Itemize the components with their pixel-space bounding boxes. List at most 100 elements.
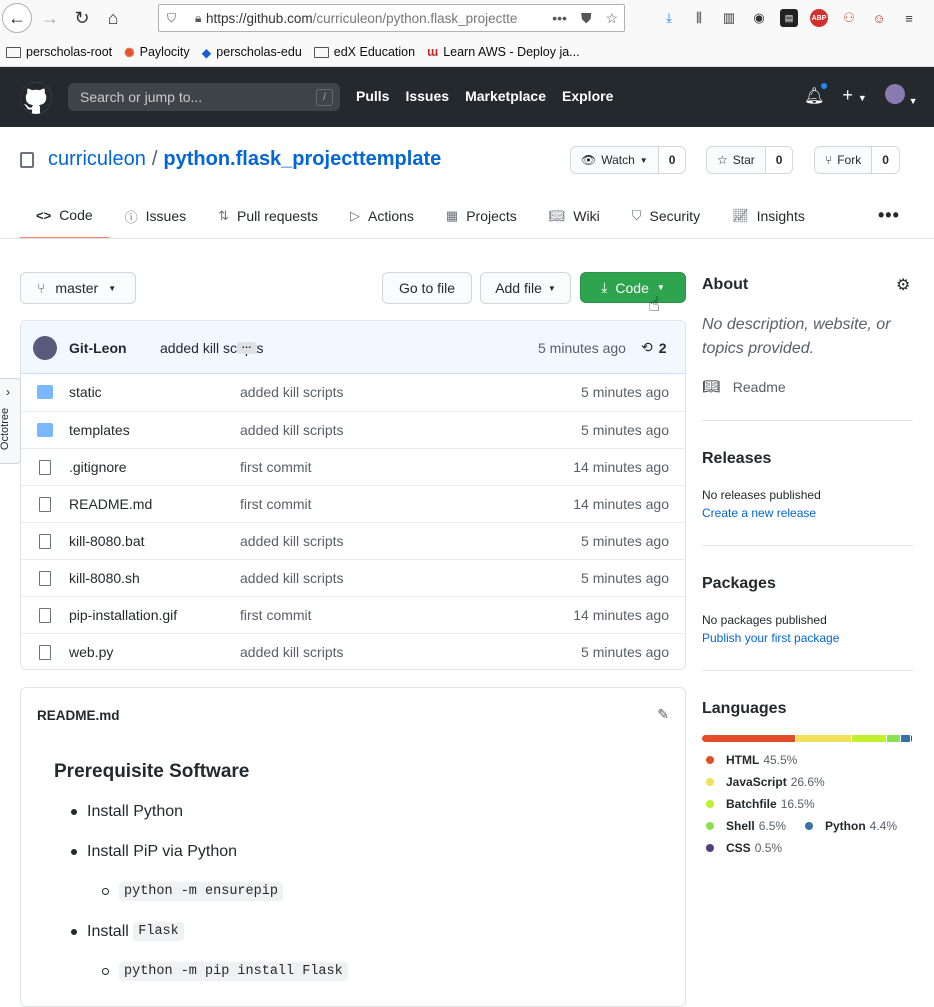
- add-file-button[interactable]: Add file ▼: [480, 272, 571, 304]
- file-row[interactable]: kill-8080.bat added kill scripts 5 minut…: [21, 522, 685, 559]
- repo-name-link[interactable]: python.flask_projecttemplate: [163, 148, 441, 171]
- file-time: 5 minutes ago: [581, 384, 669, 400]
- tab-code[interactable]: <> Code: [20, 193, 109, 239]
- language-item[interactable]: HTML 45.5%: [706, 753, 797, 767]
- download-icon[interactable]: ⤓: [660, 9, 678, 27]
- branch-selector[interactable]: ⑂ master ▼: [20, 272, 136, 304]
- pencil-icon[interactable]: ✎: [657, 706, 669, 723]
- fork-button[interactable]: ⑂ Fork: [815, 147, 873, 173]
- readme-link[interactable]: 📖︎ Readme: [702, 378, 913, 395]
- publish-package-link[interactable]: Publish your first package: [702, 631, 913, 645]
- commit-author-link[interactable]: Git-Leon: [69, 340, 127, 356]
- notifications-bell-icon[interactable]: 🔔︎: [804, 81, 829, 106]
- extension-tree-icon[interactable]: ⚇: [840, 9, 858, 27]
- file-commit-message[interactable]: first commit: [240, 496, 312, 512]
- bookmark-item[interactable]: ✺ Paylocity: [124, 45, 190, 60]
- file-row[interactable]: .gitignore first commit 14 minutes ago: [21, 448, 685, 485]
- file-name-link[interactable]: .gitignore: [69, 459, 127, 475]
- create-release-link[interactable]: Create a new release: [702, 506, 913, 520]
- star-button[interactable]: ☆ Star: [707, 147, 766, 173]
- watch-button[interactable]: 👁︎ Watch ▼: [571, 147, 659, 173]
- account-icon[interactable]: ◉: [750, 9, 768, 27]
- tab-wiki[interactable]: 📖︎ Wiki: [533, 193, 616, 239]
- tab-issues[interactable]: ⓘ Issues: [109, 193, 202, 239]
- menu-icon[interactable]: ≡: [900, 9, 918, 27]
- fork-icon: ⑂: [825, 153, 833, 167]
- github-logo-icon[interactable]: [20, 82, 52, 114]
- bookmark-star-icon[interactable]: ☆: [605, 10, 618, 27]
- file-commit-message[interactable]: added kill scripts: [240, 384, 344, 400]
- forward-button[interactable]: →: [36, 4, 64, 32]
- more-icon[interactable]: •••: [552, 10, 567, 27]
- commit-expand-button[interactable]: …: [237, 341, 256, 354]
- file-row[interactable]: README.md first commit 14 minutes ago: [21, 485, 685, 522]
- file-row[interactable]: templates added kill scripts 5 minutes a…: [21, 411, 685, 448]
- url-bar[interactable]: ⛉ 🔒︎ https://github.com/curriculeon/pyth…: [158, 4, 625, 32]
- caret-down-icon: ▼: [639, 155, 648, 165]
- language-item[interactable]: CSS 0.5%: [706, 841, 782, 855]
- bookmark-item[interactable]: edX Education: [313, 45, 415, 59]
- pocket-icon[interactable]: ⛊: [581, 10, 592, 27]
- adblock-icon[interactable]: ABP: [810, 9, 828, 27]
- file-row[interactable]: pip-installation.gif first commit 14 min…: [21, 596, 685, 633]
- code-download-button[interactable]: ⤓ Code ▼: [580, 272, 686, 303]
- file-commit-message[interactable]: added kill scripts: [240, 533, 344, 549]
- avatar[interactable]: [33, 336, 57, 360]
- octotree-toggle[interactable]: › Octotree: [0, 378, 21, 464]
- go-to-file-button[interactable]: Go to file: [382, 272, 472, 304]
- readme-heading: Prerequisite Software: [54, 761, 250, 782]
- tab-actions[interactable]: ▷ Actions: [334, 193, 430, 239]
- star-count[interactable]: 0: [765, 147, 793, 173]
- extension-icon[interactable]: ▤: [780, 9, 798, 27]
- file-time: 5 minutes ago: [581, 644, 669, 660]
- file-row[interactable]: kill-8080.sh added kill scripts 5 minute…: [21, 559, 685, 596]
- language-item[interactable]: Shell 6.5%: [706, 819, 786, 833]
- file-name-link[interactable]: static: [69, 384, 102, 400]
- more-tabs-icon[interactable]: •••: [878, 205, 900, 226]
- sidebar-icon[interactable]: ▥: [720, 9, 738, 27]
- file-name-link[interactable]: pip-installation.gif: [69, 607, 177, 623]
- nav-marketplace[interactable]: Marketplace: [465, 88, 546, 104]
- search-input[interactable]: Search or jump to... /: [68, 83, 340, 111]
- file-commit-message[interactable]: added kill scripts: [240, 644, 344, 660]
- home-button[interactable]: ⌂: [99, 4, 127, 32]
- file-name-link[interactable]: kill-8080.bat: [69, 533, 145, 549]
- file-commit-message[interactable]: added kill scripts: [240, 422, 344, 438]
- language-bar-segment: [796, 735, 851, 742]
- file-commit-message[interactable]: first commit: [240, 607, 312, 623]
- file-name-link[interactable]: web.py: [69, 644, 113, 660]
- file-row[interactable]: web.py added kill scripts 5 minutes ago: [21, 633, 685, 669]
- nav-explore[interactable]: Explore: [562, 88, 613, 104]
- tab-pull-requests[interactable]: ⇅ Pull requests: [202, 193, 334, 239]
- user-menu[interactable]: ▼: [884, 84, 918, 107]
- commit-history-link[interactable]: ⟲ 2: [641, 339, 667, 356]
- file-commit-message[interactable]: added kill scripts: [240, 570, 344, 586]
- nav-pulls[interactable]: Pulls: [356, 88, 389, 104]
- repo-owner-link[interactable]: curriculeon: [48, 148, 146, 171]
- bookmark-item[interactable]: perscholas-root: [6, 45, 112, 59]
- reload-button[interactable]: ↻: [68, 4, 96, 32]
- tab-projects[interactable]: ▦ Projects: [430, 193, 533, 239]
- file-name-link[interactable]: kill-8080.sh: [69, 570, 140, 586]
- create-new-dropdown[interactable]: + ▼: [842, 85, 866, 106]
- fork-count[interactable]: 0: [872, 147, 899, 173]
- list-item: Install PiP via Python: [71, 843, 237, 861]
- file-name-link[interactable]: README.md: [69, 496, 152, 512]
- caret-down-icon: ▼: [547, 283, 556, 293]
- file-name-link[interactable]: templates: [69, 422, 130, 438]
- library-icon[interactable]: ⫼: [690, 9, 708, 27]
- language-item[interactable]: Batchfile 16.5%: [706, 797, 815, 811]
- gear-icon[interactable]: ⚙︎: [896, 275, 910, 295]
- tab-security[interactable]: ⛉ Security: [616, 193, 716, 239]
- language-item[interactable]: JavaScript 26.6%: [706, 775, 825, 789]
- extension-face-icon[interactable]: ☺: [870, 9, 888, 27]
- bookmark-item[interactable]: ɯ Learn AWS - Deploy ja...: [427, 45, 580, 59]
- file-commit-message[interactable]: first commit: [240, 459, 312, 475]
- watch-count[interactable]: 0: [658, 147, 686, 173]
- file-row[interactable]: static added kill scripts 5 minutes ago: [21, 374, 685, 411]
- back-button[interactable]: ←: [2, 3, 32, 33]
- language-item[interactable]: Python 4.4%: [805, 819, 897, 833]
- tab-insights[interactable]: 📈︎ Insights: [716, 193, 821, 239]
- nav-issues[interactable]: Issues: [405, 88, 449, 104]
- bookmark-item[interactable]: ◆ perscholas-edu: [202, 45, 302, 60]
